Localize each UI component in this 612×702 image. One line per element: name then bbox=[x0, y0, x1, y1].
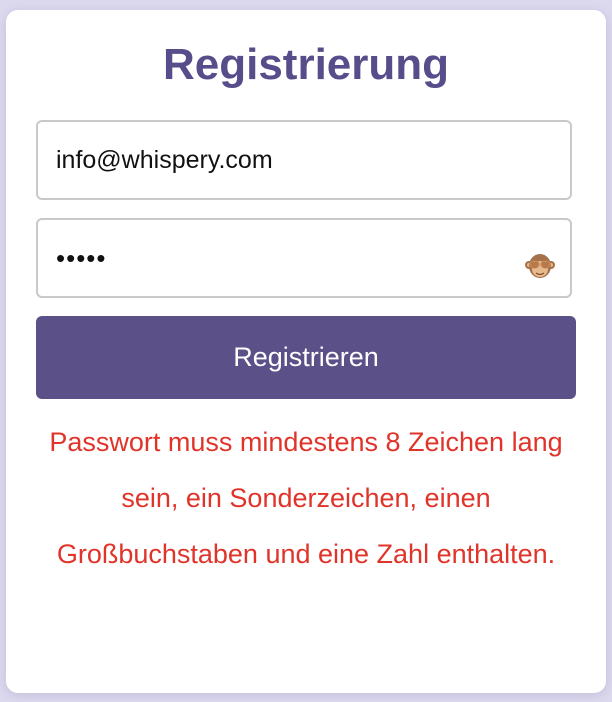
page-title: Registrierung bbox=[162, 40, 450, 89]
register-button[interactable]: Registrieren bbox=[36, 316, 576, 399]
see-no-evil-monkey-icon[interactable] bbox=[524, 250, 556, 282]
password-field-container bbox=[36, 218, 572, 298]
registration-card: Registrierung info@whispery.com ••••• Re… bbox=[6, 10, 606, 693]
password-error-message: Passwort muss mindestens 8 Zeichen lang … bbox=[49, 427, 563, 569]
email-field-container bbox=[36, 120, 572, 200]
password-field[interactable] bbox=[38, 220, 516, 296]
email-field[interactable] bbox=[38, 122, 516, 198]
